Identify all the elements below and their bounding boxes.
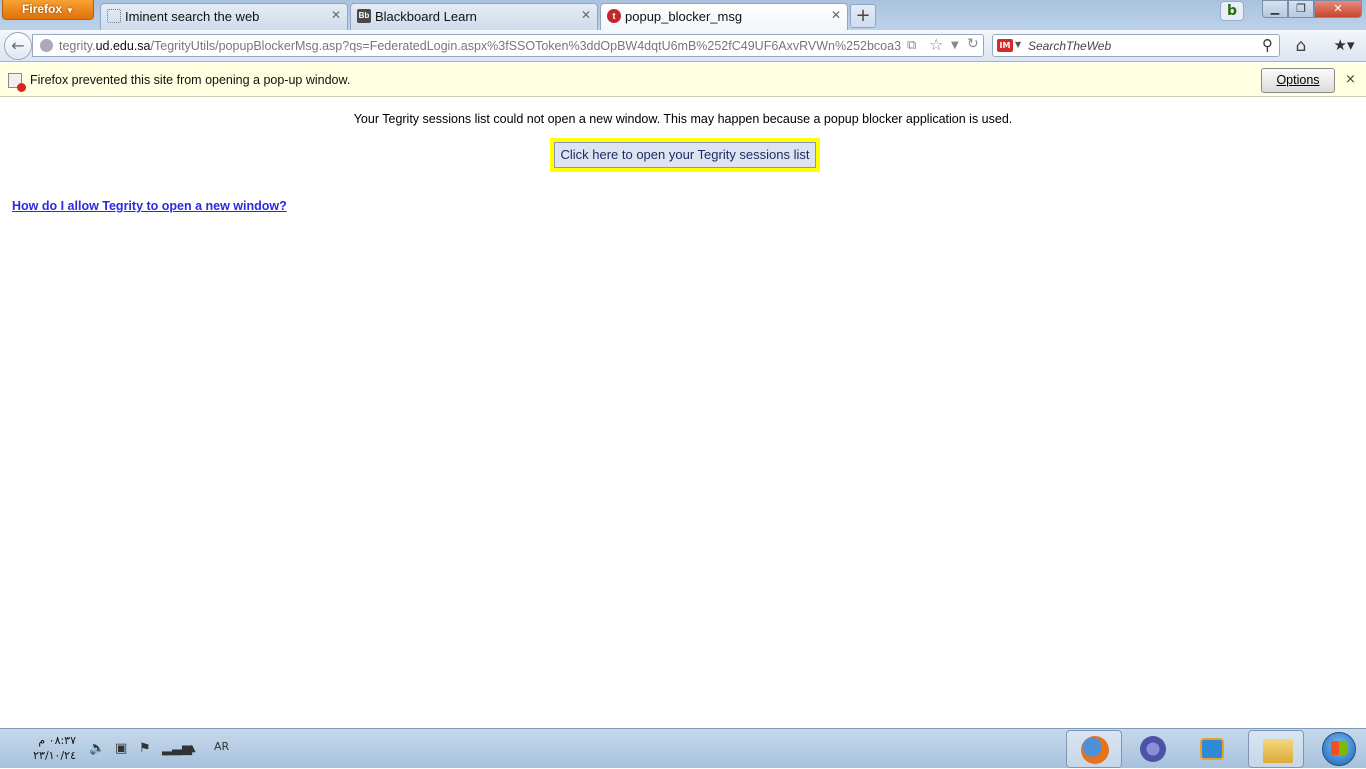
taskbar-explorer[interactable] — [1248, 730, 1304, 768]
clock-time: ٠٨:٣٧ م — [38, 734, 76, 747]
page-content: Your Tegrity sessions list could not ope… — [0, 98, 1366, 728]
options-label: Options — [1276, 73, 1320, 87]
chevron-down-icon: ▼ — [66, 6, 74, 15]
taskbar-app[interactable] — [1124, 730, 1180, 768]
tray-clock[interactable]: ٠٨:٣٧ م ٢٣/١٠/٢٤ — [22, 733, 76, 763]
back-button[interactable]: ← — [4, 32, 32, 60]
network-icon[interactable]: ▣ — [115, 741, 127, 756]
globe-icon — [40, 39, 53, 52]
clock-date: ٢٣/١٠/٢٤ — [33, 749, 76, 762]
blank-page-icon — [107, 9, 121, 23]
tegrity-icon: t — [607, 9, 621, 23]
volume-icon[interactable]: 🔈 — [89, 741, 105, 756]
language-indicator[interactable]: AR — [214, 740, 229, 753]
home-button[interactable]: ⌂ — [1290, 36, 1312, 56]
windows-logo-icon — [1331, 741, 1347, 755]
chevron-down-icon[interactable]: ▼ — [1015, 40, 1021, 49]
firefox-icon — [1081, 736, 1109, 764]
addon-icon[interactable]: b — [1220, 1, 1244, 21]
bookmark-star-icon[interactable]: ☆ — [929, 35, 943, 54]
new-tab-button[interactable]: + — [850, 4, 876, 28]
home-icon: ⌂ — [1295, 36, 1307, 56]
tab-label: popup_blocker_msg — [625, 9, 743, 24]
blackboard-icon: Bb — [357, 9, 371, 23]
reload-icon[interactable]: ↻ — [967, 36, 979, 52]
url-bar[interactable]: tegrity.ud.edu.sa/TegrityUtils/popupBloc… — [32, 34, 984, 57]
close-tab-icon[interactable]: ✕ — [581, 8, 591, 22]
url-text[interactable]: tegrity.ud.edu.sa/TegrityUtils/popupBloc… — [59, 39, 901, 53]
tab-blackboard-learn[interactable]: Bb Blackboard Learn ✕ — [350, 3, 598, 30]
highlight-frame: Click here to open your Tegrity sessions… — [550, 138, 820, 172]
close-window-button[interactable]: ✕ — [1314, 0, 1362, 18]
back-arrow-icon: ← — [11, 36, 25, 55]
taskbar: ٠٨:٣٧ م ٢٣/١٠/٢٤ 🔈 ▣ ⚑ ▂▃▅ ▲ AR — [0, 728, 1366, 768]
read-later-icon[interactable]: ⧉ — [907, 38, 916, 53]
tab-label: Iminent search the web — [125, 9, 260, 24]
url-prefix: tegrity. — [59, 39, 96, 53]
notification-text: Firefox prevented this site from opening… — [30, 73, 351, 87]
firefox-menu-label: Firefox — [22, 2, 63, 16]
taskbar-firefox[interactable] — [1066, 730, 1122, 768]
url-domain: ud.edu.sa — [95, 39, 151, 53]
firefox-menu-button[interactable]: Firefox ▼ — [2, 0, 94, 20]
url-path: /TegrityUtils/popupBlockerMsg.asp?qs=Fed… — [150, 39, 901, 53]
bookmarks-icon: ★▾ — [1333, 36, 1355, 54]
search-input[interactable]: SearchTheWeb — [1028, 39, 1111, 53]
bookmarks-menu-button[interactable]: ★▾ — [1326, 36, 1362, 56]
app-icon — [1140, 736, 1166, 762]
start-button[interactable] — [1316, 729, 1362, 769]
search-icon[interactable]: ⚲ — [1262, 36, 1273, 54]
open-sessions-list-button[interactable]: Click here to open your Tegrity sessions… — [554, 142, 816, 168]
popup-blocked-notification: Firefox prevented this site from opening… — [0, 63, 1366, 97]
navigation-toolbar: ← tegrity.ud.edu.sa/TegrityUtils/popupBl… — [0, 30, 1366, 62]
options-button[interactable]: Options — [1261, 68, 1335, 93]
media-player-icon — [1200, 738, 1224, 760]
popup-blocked-icon — [8, 73, 26, 92]
folder-icon — [1263, 739, 1293, 763]
tab-iminent-search[interactable]: Iminent search the web ✕ — [100, 3, 348, 30]
close-notification-icon[interactable]: × — [1345, 72, 1356, 87]
url-history-dropdown-icon[interactable]: ▼ — [951, 40, 959, 51]
chevron-up-icon[interactable]: ▲ — [188, 743, 196, 754]
close-tab-icon[interactable]: ✕ — [831, 8, 841, 22]
maximize-button[interactable]: ❐ — [1288, 0, 1314, 18]
tab-label: Blackboard Learn — [375, 9, 477, 24]
action-center-flag-icon[interactable]: ⚑ — [139, 741, 151, 756]
search-bar[interactable]: IM ▼ SearchTheWeb ⚲ — [992, 34, 1280, 57]
minimize-button[interactable]: ▁ — [1262, 0, 1288, 18]
title-bar: Firefox ▼ Iminent search the web ✕ Bb Bla… — [0, 0, 1366, 31]
taskbar-media-player[interactable] — [1184, 730, 1240, 768]
close-tab-icon[interactable]: ✕ — [331, 8, 341, 22]
help-link[interactable]: How do I allow Tegrity to open a new win… — [12, 199, 287, 213]
popup-message: Your Tegrity sessions list could not ope… — [353, 112, 1013, 126]
tab-popup-blocker-msg[interactable]: t popup_blocker_msg ✕ — [600, 3, 848, 31]
search-engine-icon[interactable]: IM — [997, 39, 1013, 52]
